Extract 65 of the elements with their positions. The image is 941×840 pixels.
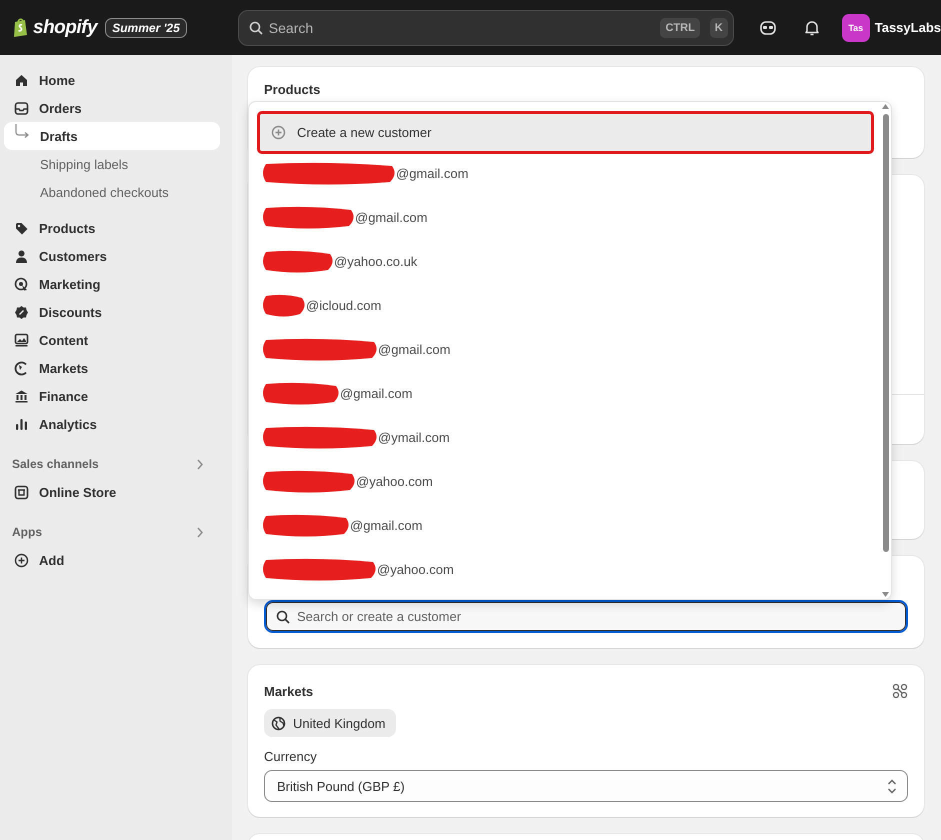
customer-email[interactable]: @icloud.com <box>306 298 382 312</box>
edition-badge: Summer '25 <box>105 18 187 38</box>
customer-email[interactable]: @yahoo.com <box>356 474 433 488</box>
card-title: Markets <box>264 684 314 698</box>
inbox-icon <box>14 100 29 116</box>
section-heading[interactable]: Sales channels <box>12 457 99 471</box>
nav-item[interactable]: Discounts <box>4 298 220 326</box>
customer-email[interactable]: @gmail.com <box>396 166 468 180</box>
store-avatar[interactable]: Tas <box>842 14 870 42</box>
discount-icon <box>14 304 29 320</box>
nav-item[interactable]: Finance <box>4 382 220 410</box>
nav-item[interactable]: Home <box>4 66 220 94</box>
nav-item[interactable]: Markets <box>4 354 220 382</box>
customer-email[interactable]: @gmail.com <box>378 342 450 356</box>
logo-text[interactable]: shopify <box>33 16 98 38</box>
nav-subitem[interactable]: Drafts <box>4 122 220 150</box>
customer-email[interactable]: @yahoo.co.uk <box>334 254 418 268</box>
plus-circle-icon <box>14 552 29 568</box>
nav-item[interactable]: Online Store <box>4 478 220 506</box>
plus-circle-icon <box>271 125 286 140</box>
nav-item[interactable]: Add <box>4 546 220 574</box>
shortcut-key: K <box>710 18 728 38</box>
customer-email[interactable]: @gmail.com <box>350 518 422 532</box>
bell-icon[interactable] <box>804 20 820 36</box>
bar-chart-icon <box>14 416 29 432</box>
shortcut-key: CTRL <box>660 18 700 38</box>
tag-icon <box>14 220 29 236</box>
target-icon <box>14 276 29 292</box>
nav-subitem[interactable]: Abandoned checkouts <box>4 178 220 206</box>
card-title: Products <box>264 82 322 97</box>
nav-item[interactable]: Products <box>4 214 220 242</box>
storefront-icon <box>14 484 29 500</box>
person-icon <box>14 248 29 264</box>
nav-item[interactable]: Content <box>4 326 220 354</box>
nav-item[interactable]: Analytics <box>4 410 220 438</box>
bank-icon <box>14 388 29 404</box>
create-customer-option[interactable]: Create a new customer <box>260 114 871 151</box>
scroll-up-arrow-icon[interactable] <box>882 104 889 109</box>
customer-search-field[interactable]: Search or create a customer <box>264 600 908 633</box>
nav-item[interactable]: Customers <box>4 242 220 270</box>
customer-email[interactable]: @yahoo.com <box>377 562 454 576</box>
nav-item[interactable]: Orders <box>4 94 220 122</box>
bag-logo-icon[interactable] <box>12 17 29 38</box>
field-label: Currency <box>264 749 318 764</box>
search-field[interactable]: Search CTRL K <box>238 10 734 46</box>
currency-select[interactable]: British Pound (GBP £) <box>264 770 908 802</box>
customer-email[interactable]: @ymail.com <box>378 430 450 444</box>
nodes-icon[interactable] <box>892 683 908 699</box>
customer-email[interactable]: @gmail.com <box>340 386 412 400</box>
nav-item[interactable]: Marketing <box>4 270 220 298</box>
section-heading[interactable]: Apps <box>12 525 42 539</box>
customer-email[interactable]: @gmail.com <box>355 210 428 224</box>
house-icon <box>14 72 29 88</box>
robot-face-icon[interactable] <box>760 20 776 36</box>
search-icon <box>248 20 263 34</box>
scrollbar-thumb[interactable] <box>883 114 889 552</box>
scroll-down-arrow-icon[interactable] <box>882 592 889 597</box>
image-icon <box>14 332 29 348</box>
chevron-right-icon[interactable] <box>196 526 204 538</box>
store-name[interactable]: TassyLabs <box>874 20 941 35</box>
up-down-chevron-icon <box>887 778 897 794</box>
chevron-right-icon[interactable] <box>196 458 204 470</box>
market-tag: United Kingdom <box>264 709 396 737</box>
tree-connector-icon <box>15 124 29 138</box>
nav-subitem[interactable]: Shipping labels <box>4 150 220 178</box>
